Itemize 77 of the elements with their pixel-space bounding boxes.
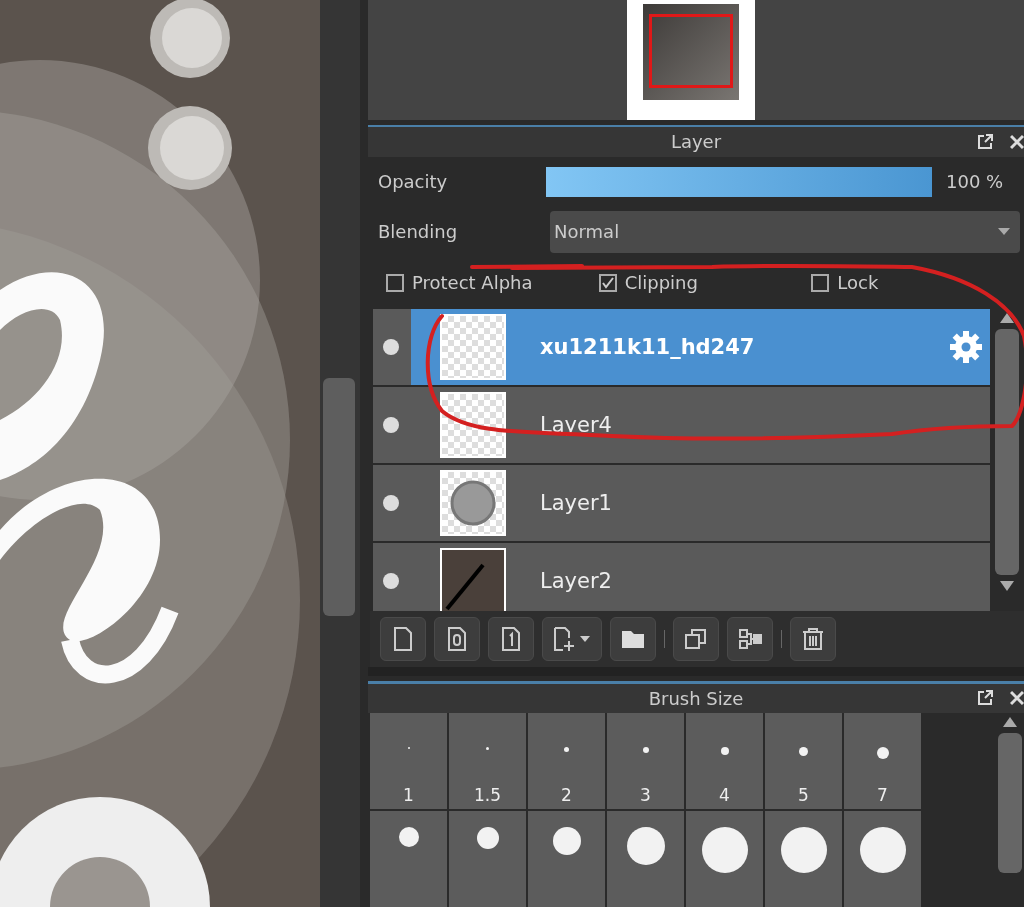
visibility-dot[interactable] — [383, 572, 399, 589]
brush-size-option[interactable]: 1.5 — [449, 713, 526, 809]
brush-size-option[interactable]: 3 — [607, 713, 684, 809]
close-icon[interactable] — [1010, 132, 1024, 151]
layer-row[interactable]: xu1211k11_hd247 — [373, 308, 990, 385]
brush-dot-icon — [564, 747, 569, 752]
scroll-up-arrow-icon[interactable] — [1003, 717, 1017, 727]
brush-dot-icon — [859, 827, 906, 873]
brush-size-option[interactable]: 1 — [370, 713, 447, 809]
layer-name: xu1211k11_hd247 — [540, 334, 755, 359]
page-icon[interactable] — [542, 616, 602, 661]
panel-title: Brush Size — [648, 687, 744, 709]
option-label: Lock — [837, 272, 879, 294]
scroll-up-arrow-icon[interactable] — [1000, 312, 1014, 323]
page-icon[interactable] — [488, 616, 534, 661]
brush-size-option[interactable] — [528, 811, 605, 907]
layer-row[interactable]: Layer2 — [373, 542, 990, 611]
opacity-label: Opacity — [377, 171, 449, 193]
folder-icon[interactable] — [610, 616, 656, 661]
brush-dot-icon — [720, 747, 729, 755]
layer-name: Layer1 — [540, 490, 612, 515]
brush-size-option[interactable]: 7 — [844, 713, 921, 809]
duplicate-icon[interactable] — [673, 616, 719, 661]
page-icon[interactable] — [434, 616, 480, 661]
scroll-down-arrow-icon[interactable] — [1000, 580, 1014, 591]
pop-out-icon[interactable] — [976, 132, 994, 151]
checkbox[interactable] — [598, 273, 617, 292]
layer-name: Layer4 — [540, 412, 612, 437]
layer-name: Layer2 — [540, 568, 612, 593]
gear-icon[interactable] — [948, 328, 984, 365]
close-icon[interactable] — [1010, 689, 1024, 708]
brush-dot-icon — [476, 827, 499, 849]
brush-dot-icon — [626, 827, 665, 865]
blending-label: Blending — [377, 221, 459, 243]
opacity-slider[interactable] — [546, 166, 932, 197]
brush-dot-icon — [876, 747, 889, 759]
brush-size-option[interactable] — [844, 811, 921, 907]
brush-size-option[interactable]: 5 — [765, 713, 842, 809]
brush-size-option[interactable] — [607, 811, 684, 907]
brush-dot-icon — [701, 827, 748, 873]
brush-size-option[interactable] — [449, 811, 526, 907]
layer-row[interactable]: Layer4 — [373, 386, 990, 463]
visibility-dot[interactable] — [383, 494, 399, 511]
brush-dot-icon — [799, 747, 808, 756]
panel-title: Layer — [670, 131, 722, 153]
brush-size-option[interactable]: 2 — [528, 713, 605, 809]
merge-icon[interactable] — [727, 616, 773, 661]
brush-dot-icon — [552, 827, 581, 855]
page-icon[interactable] — [380, 616, 426, 661]
brush-dot-icon — [780, 827, 827, 873]
checkbox[interactable] — [386, 273, 404, 292]
opacity-value: 100 % — [946, 171, 1004, 193]
brush-dot-icon — [486, 747, 489, 750]
scrollbar-thumb[interactable] — [995, 328, 1019, 575]
brush-size-option[interactable] — [370, 811, 447, 907]
scrollbar-thumb[interactable] — [998, 733, 1022, 873]
navigator-preview[interactable] — [627, 0, 755, 120]
layer-thumbnail — [440, 547, 506, 611]
visibility-dot[interactable] — [383, 416, 399, 433]
option-label: Protect Alpha — [412, 272, 533, 294]
checkbox[interactable] — [811, 273, 830, 292]
brush-dot-icon — [398, 827, 419, 847]
brush-dot-icon — [642, 747, 649, 753]
brush-size-option[interactable] — [686, 811, 763, 907]
scrollbar-thumb[interactable] — [323, 378, 355, 616]
layer-thumbnail — [440, 391, 506, 458]
layer-row[interactable]: Layer1 — [373, 464, 990, 541]
option-label: Clipping — [624, 272, 698, 294]
brush-size-option[interactable]: 4 — [686, 713, 763, 809]
layer-thumbnail — [440, 469, 506, 536]
blending-dropdown[interactable]: Normal — [550, 210, 1020, 253]
pop-out-icon[interactable] — [976, 689, 994, 708]
visibility-dot[interactable] — [383, 338, 399, 355]
layer-thumbnail — [440, 313, 506, 380]
brush-size-option[interactable] — [765, 811, 842, 907]
trash-icon[interactable] — [790, 616, 836, 661]
caret-icon — [998, 227, 1010, 236]
